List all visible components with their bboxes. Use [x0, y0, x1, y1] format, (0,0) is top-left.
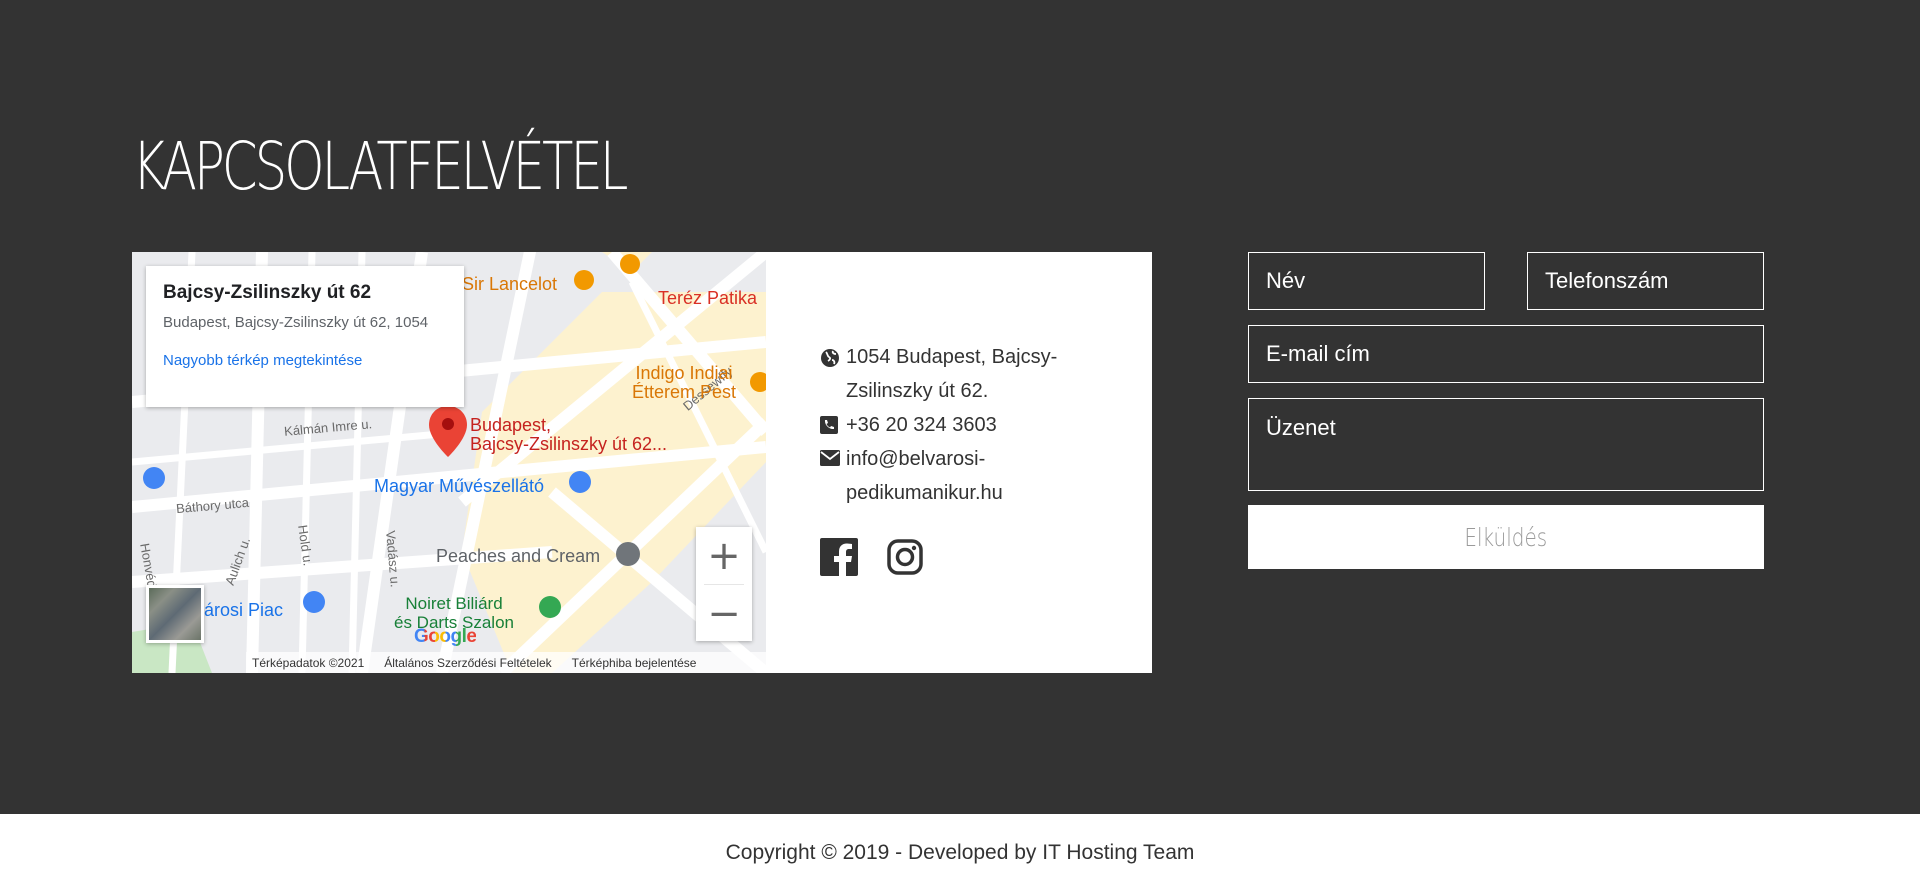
email-text[interactable]: info@belvarosi-pedikumanikur.hu [846, 442, 1120, 510]
poi-indigo[interactable]: Indigo Indiai Étterem Pest [632, 364, 736, 402]
pin-label[interactable]: Budapest, Bajcsy-Zsilinszky út 62... [470, 416, 667, 454]
submit-label: Elküldés [1464, 522, 1548, 552]
pin-label-line: Bajcsy-Zsilinszky út 62... [470, 434, 668, 454]
copyright-text: Copyright © 2019 - Developed by IT Hosti… [725, 841, 1195, 864]
map-attribution: Térképadatok ©2021 Általános Szerződési … [246, 652, 766, 673]
facebook-icon[interactable] [820, 538, 858, 581]
map-terms-link[interactable]: Általános Szerződési Feltételek [384, 656, 551, 670]
contact-phone: +36 20 324 3603 [820, 408, 1120, 442]
contact-info-panel: 1054 Budapest, Bajcsy-Zsilinszky út 62. … [766, 252, 1152, 673]
poi-piac[interactable]: árosi Piac [204, 600, 283, 621]
email-input[interactable] [1248, 325, 1764, 383]
poi-terez-patika[interactable]: Teréz Patika [658, 288, 757, 309]
satellite-view-toggle[interactable] [146, 585, 204, 643]
google-logo-text: Google [414, 626, 477, 647]
view-larger-map-link[interactable]: Nagyobb térkép megtekintése [163, 352, 447, 369]
poi-peaches[interactable]: Peaches and Cream [436, 546, 600, 567]
map-zoom-control: + − [696, 527, 752, 641]
poi-muveszellato[interactable]: Magyar Művészellátó [374, 476, 544, 497]
zoom-in-button[interactable]: + [696, 527, 752, 584]
envelope-icon [820, 442, 846, 510]
map-info-card: Bajcsy-Zsilinszky út 62 Budapest, Bajcsy… [146, 266, 464, 407]
poi-label-line: Indigo Indiai [635, 363, 733, 383]
page-footer: Copyright © 2019 - Developed by IT Hosti… [0, 814, 1920, 892]
contact-address: 1054 Budapest, Bajcsy-Zsilinszky út 62. [820, 340, 1120, 408]
map-data-copyright: Térképadatok ©2021 [252, 655, 365, 670]
globe-icon [820, 340, 846, 408]
message-textarea[interactable] [1248, 398, 1764, 491]
contact-email: info@belvarosi-pedikumanikur.hu [820, 442, 1120, 510]
google-map[interactable]: Kálmán Imre u. Báthory utca Honvéd Aulic… [132, 252, 766, 673]
instagram-icon[interactable] [886, 538, 924, 581]
map-card-title: Bajcsy-Zsilinszky út 62 [163, 282, 372, 303]
address-text: 1054 Budapest, Bajcsy-Zsilinszky út 62. [846, 346, 1058, 402]
phone-icon [820, 408, 846, 442]
poi-label-line: Noiret Biliárd [405, 594, 503, 613]
map-report-error-link[interactable]: Térképhiba bejelentése [572, 656, 697, 670]
poi-label-line: Étterem Pest [632, 382, 737, 402]
pin-label-line: Budapest, [470, 415, 552, 435]
page-title: KAPCSOLATFELVÉTEL [132, 128, 628, 205]
submit-button[interactable]: Elküldés [1248, 505, 1764, 569]
map-card-address: Budapest, Bajcsy-Zsilinszky út 62, 1054 [163, 314, 429, 331]
poi-sir-lancelot[interactable]: Sir Lancelot [462, 274, 557, 295]
phone-input[interactable] [1527, 252, 1764, 310]
name-input[interactable] [1248, 252, 1485, 310]
google-logo: Google [414, 626, 477, 648]
zoom-out-button[interactable]: − [696, 585, 752, 642]
phone-text[interactable]: +36 20 324 3603 [846, 408, 997, 442]
